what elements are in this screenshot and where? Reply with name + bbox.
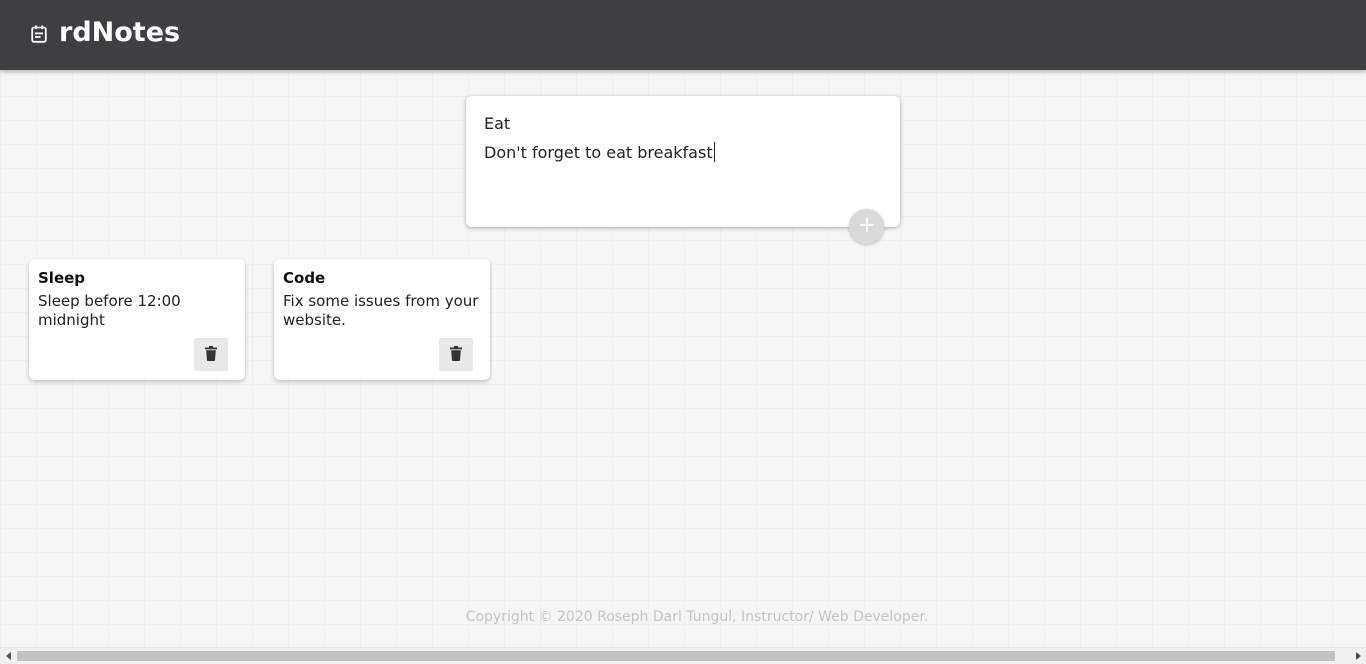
- note-content-text: Don't forget to eat breakfast: [484, 143, 713, 162]
- add-note-button[interactable]: [849, 209, 884, 244]
- note-title: Code: [283, 269, 326, 287]
- app-header: rdNotes: [0, 0, 1366, 70]
- note-card: Sleep Sleep before 12:00 midnight: [29, 259, 245, 380]
- trash-icon: [450, 345, 462, 364]
- note-composer: Don't forget to eat breakfast: [466, 96, 900, 227]
- scrollbar-thumb[interactable]: [17, 651, 1335, 661]
- scroll-right-arrow-icon[interactable]: [1349, 648, 1366, 664]
- plus-icon: [859, 217, 875, 236]
- footer-copyright: Copyright © 2020 Roseph Darl Tungul, Ins…: [465, 609, 929, 625]
- delete-note-button[interactable]: [194, 338, 228, 371]
- delete-note-button[interactable]: [439, 338, 473, 371]
- horizontal-scrollbar[interactable]: [0, 647, 1366, 664]
- note-calendar-icon: [31, 25, 47, 43]
- scroll-left-arrow-icon[interactable]: [0, 648, 17, 664]
- note-title: Sleep: [38, 269, 86, 287]
- note-content: Fix some issues from your website.: [283, 292, 479, 329]
- note-card: Code Fix some issues from your website.: [274, 259, 490, 380]
- text-caret: [713, 142, 715, 162]
- note-content: Sleep before 12:00 midnight: [38, 292, 181, 329]
- note-title-input[interactable]: [484, 114, 874, 133]
- app-title: rdNotes: [59, 17, 181, 48]
- note-content-input[interactable]: Don't forget to eat breakfast: [484, 142, 880, 202]
- trash-icon: [205, 345, 217, 364]
